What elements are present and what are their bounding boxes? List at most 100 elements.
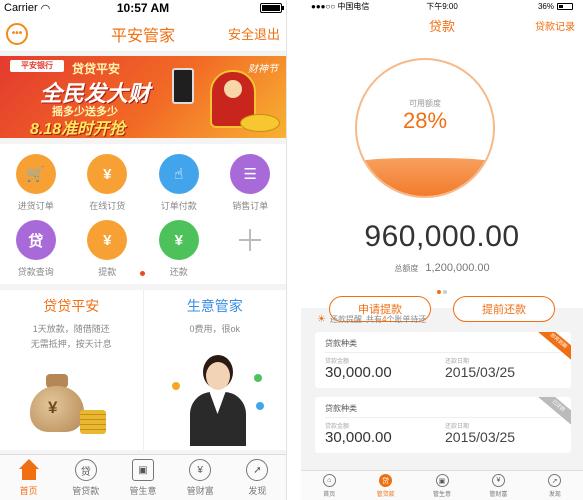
logout-button[interactable]: 安全退出 bbox=[228, 24, 280, 43]
status-ribbon: 即将到期 bbox=[533, 332, 571, 364]
page-dot-active bbox=[437, 290, 441, 294]
tab-label: 管生意 bbox=[433, 492, 452, 498]
reminder-suffix: 个账单待还 bbox=[386, 314, 427, 324]
compass-icon: ➚ bbox=[246, 459, 269, 481]
product-cards: 贷贷平安 1天放款，随借随还 无需抵押，按天计息 ¥ 生意管家 0费用，很ok bbox=[0, 290, 286, 450]
home-icon bbox=[18, 459, 40, 481]
tab-label: 发现 bbox=[248, 486, 267, 496]
decor-dot bbox=[255, 402, 264, 410]
grid-item-repay[interactable]: ¥ 还款 bbox=[143, 216, 215, 282]
grid-item-loan-query[interactable]: 贷贷款查询 bbox=[0, 216, 72, 282]
document-icon: ☰ bbox=[230, 154, 271, 194]
status-bar: ●●●○○ 中国电信 下午9:00 36% bbox=[301, 0, 583, 12]
briefcase-icon: ▣ bbox=[435, 474, 449, 487]
plus-icon bbox=[230, 220, 270, 260]
credit-gauge: 可用额度 28% bbox=[355, 58, 495, 198]
left-phone-screen: Carrier ◠ 10:57 AM ••• 平安管家 安全退出 平安银行 贷贷… bbox=[0, 0, 287, 500]
tab-money-bag[interactable]: ¥ 管财富 bbox=[470, 471, 526, 500]
top-nav-bar: 贷款 贷款记录 bbox=[301, 12, 583, 38]
bank-logo: 平安银行 bbox=[10, 60, 64, 72]
loan-query-icon: 贷 bbox=[15, 220, 56, 260]
tab-money-bag[interactable]: ¥ 管财富 bbox=[172, 455, 229, 500]
loan-type: 贷款种类 bbox=[325, 404, 357, 413]
status-time: 10:57 AM bbox=[116, 1, 170, 15]
status-bar: Carrier ◠ 10:57 AM bbox=[0, 0, 286, 16]
repay-date: 2015/03/25 bbox=[445, 364, 516, 380]
banner-corner-text: 财神节 bbox=[248, 64, 278, 75]
grid-item-label: 还款 bbox=[169, 267, 188, 277]
cart-icon: 🛒 bbox=[15, 154, 56, 194]
repay-date: 2015/03/25 bbox=[445, 429, 516, 445]
loan-card[interactable]: 贷款种类 贷款金额 30,000.00 还款日期 2015/03/25 已还款 bbox=[315, 397, 571, 453]
tab-loan[interactable]: 贷管贷款 bbox=[357, 471, 413, 500]
gauge-fill bbox=[357, 157, 493, 196]
status-time: 下午9:00 bbox=[426, 1, 458, 11]
tab-briefcase[interactable]: ▣ 管生意 bbox=[414, 471, 470, 500]
card-business-product[interactable]: 生意管家 0费用，很ok bbox=[142, 290, 287, 450]
tab-compass[interactable]: ➚ 发现 bbox=[229, 455, 286, 500]
credit-overview: 可用额度 28% 960,000.00 总额度 1,200,000.00 申请提… bbox=[301, 38, 583, 322]
loan-icon: 贷 bbox=[74, 459, 97, 481]
grid-item-document[interactable]: ☰ 销售订单 bbox=[215, 150, 287, 216]
loan-card[interactable]: 贷款种类 贷款金额 30,000.00 还款日期 2015/03/25 即将到期 bbox=[315, 332, 571, 388]
compass-icon: ➚ bbox=[548, 474, 562, 487]
grid-item-phone-order[interactable]: ¥ 在线订货 bbox=[72, 150, 144, 216]
card-subtitle: 0费用，很ok bbox=[189, 324, 240, 334]
banner-line-1: 贷贷平安 bbox=[72, 62, 121, 76]
banner-date-line: 8.18准时开抢 bbox=[30, 121, 126, 138]
loan-record-link[interactable]: 贷款记录 bbox=[535, 18, 575, 33]
grid-item-label: 提款 bbox=[98, 267, 117, 277]
right-phone-screen: ●●●○○ 中国电信 下午9:00 36% 贷款 贷款记录 可用额度 28% 9… bbox=[301, 0, 583, 500]
add-feature-button[interactable] bbox=[215, 216, 287, 282]
tab-home[interactable]: 首页 bbox=[0, 455, 57, 500]
tab-label: 管生意 bbox=[129, 486, 157, 496]
tab-label: 管财富 bbox=[489, 492, 508, 498]
total-value: 1,200,000.00 bbox=[425, 262, 490, 274]
reminder-prefix: 共有 bbox=[365, 314, 382, 324]
coin-stack-illustration bbox=[80, 410, 106, 434]
chat-bubble-icon[interactable]: ••• bbox=[6, 22, 28, 45]
home-icon: ⌂ bbox=[322, 474, 336, 487]
page-dot bbox=[443, 290, 447, 294]
grid-item-withdraw[interactable]: ¥ 提款 bbox=[72, 216, 144, 282]
businesswoman-illustration bbox=[186, 362, 250, 446]
loan-type: 贷款种类 bbox=[325, 339, 357, 348]
money-bag-icon: ¥ bbox=[189, 459, 212, 481]
total-credit: 总额度 1,200,000.00 bbox=[301, 262, 583, 274]
tab-loan[interactable]: 贷管贷款 bbox=[57, 455, 114, 500]
tab-label: 管贷款 bbox=[376, 492, 395, 498]
tab-label: 管财富 bbox=[186, 486, 214, 496]
bottom-tab-bar: 首页 贷管贷款 ▣ 管生意 ¥ 管财富 ➚ 发现 bbox=[0, 454, 286, 500]
tab-briefcase[interactable]: ▣ 管生意 bbox=[114, 455, 171, 500]
card-subtitle: 无需抵押，按天计息 bbox=[30, 339, 112, 349]
briefcase-icon: ▣ bbox=[132, 459, 154, 481]
promo-banner[interactable]: 平安银行 贷贷平安 全民发大财 摇多少送多少 8.18准时开抢 财神节 bbox=[0, 56, 286, 138]
hand-pay-icon: ☝ bbox=[158, 154, 199, 194]
status-ribbon: 已还款 bbox=[533, 397, 571, 429]
grid-item-label: 在线订货 bbox=[89, 201, 126, 211]
tab-home[interactable]: ⌂ 首页 bbox=[301, 471, 357, 500]
loan-icon: 贷 bbox=[379, 474, 393, 487]
tab-label: 发现 bbox=[548, 492, 561, 498]
grid-item-label: 销售订单 bbox=[232, 201, 269, 211]
grid-item-cart[interactable]: 🛒 进货订单 bbox=[0, 150, 72, 216]
gauge-value: 28% bbox=[402, 108, 448, 133]
phone-illustration bbox=[172, 68, 194, 104]
card-title: 生意管家 bbox=[186, 298, 243, 314]
page-indicator-dot bbox=[140, 271, 145, 276]
money-bag-illustration: ¥ bbox=[30, 370, 84, 432]
decor-dot bbox=[253, 374, 262, 382]
grid-item-label: 进货订单 bbox=[17, 201, 54, 211]
grid-item-hand-pay[interactable]: ☝ 订单付款 bbox=[143, 150, 215, 216]
card-loan-product[interactable]: 贷贷平安 1天放款，随借随还 无需抵押，按天计息 ¥ bbox=[0, 290, 143, 450]
phone-order-icon: ¥ bbox=[87, 154, 128, 194]
card-subtitle: 1天放款，随借随还 bbox=[32, 324, 110, 334]
loan-amount: 30,000.00 bbox=[325, 364, 392, 381]
battery-icon bbox=[260, 3, 284, 13]
tab-label: 首页 bbox=[19, 486, 38, 496]
grid-item-label: 贷款查询 bbox=[17, 267, 54, 277]
withdraw-icon: ¥ bbox=[87, 220, 128, 260]
grid-item-label: 订单付款 bbox=[160, 201, 197, 211]
card-title: 贷贷平安 bbox=[43, 298, 100, 314]
tab-compass[interactable]: ➚ 发现 bbox=[527, 471, 583, 500]
